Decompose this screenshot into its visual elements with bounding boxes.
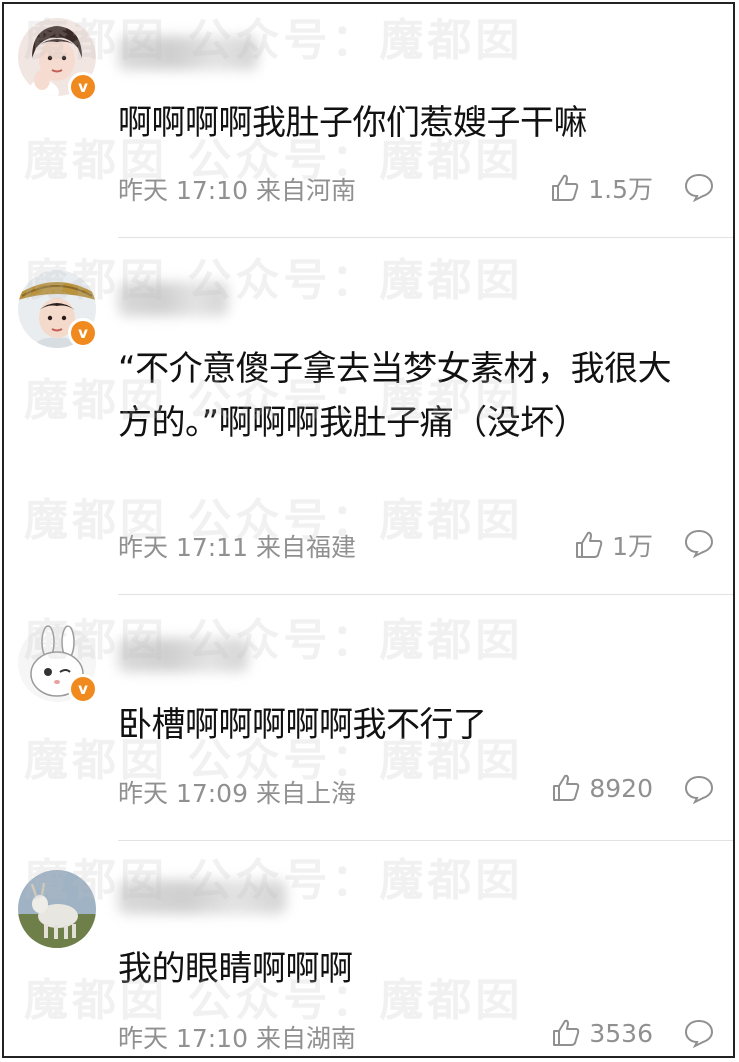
like-count: 1万 (612, 532, 653, 561)
reply-icon[interactable] (683, 774, 715, 804)
like-button[interactable]: 8920 (551, 773, 653, 803)
thumbs-up-icon (553, 1019, 580, 1046)
comment-text: 我的眼睛啊啊啊 (118, 949, 353, 989)
comment-meta: 昨天 17:11 来自福建 (118, 528, 356, 564)
like-count: 8920 (589, 773, 653, 803)
verified-badge-icon: v (68, 674, 98, 704)
watermark-text: 魔都囡 公众号：魔都囡 (24, 15, 524, 66)
watermark-text: 魔都囡 公众号：魔都囡 (24, 255, 524, 306)
reply-icon[interactable] (683, 1018, 715, 1048)
comment-meta: 昨天 17:10 来自河南 (118, 171, 356, 207)
comment-divider (118, 840, 733, 841)
username-blurred[interactable] (118, 282, 228, 316)
like-button[interactable]: 1万 (574, 527, 653, 563)
verified-badge-icon: v (68, 318, 98, 348)
thumbs-up-icon (552, 174, 579, 201)
comment-meta: 昨天 17:09 来自上海 (118, 774, 356, 810)
watermark-text: 魔都囡 公众号：魔都囡 (24, 615, 524, 666)
comment-time: 昨天 17:10 (118, 1024, 248, 1053)
comment-divider (118, 237, 733, 238)
thumbs-up-icon (553, 774, 580, 801)
comment-text: “不介意傻子拿去当梦女素材，我很大方的。”啊啊啊我肚子痛（没坏） (118, 349, 672, 443)
like-count: 1.5万 (588, 175, 653, 204)
comment-text: 卧槽啊啊啊啊啊我不行了 (118, 705, 487, 745)
avatar[interactable] (18, 870, 96, 948)
username-blurred[interactable] (118, 36, 258, 70)
like-button[interactable]: 1.5万 (550, 170, 653, 206)
comment-divider (118, 594, 733, 595)
comment-time: 昨天 17:09 (118, 779, 248, 808)
reply-icon[interactable] (683, 172, 715, 202)
reply-icon[interactable] (683, 528, 715, 558)
like-count: 3536 (589, 1018, 653, 1048)
username-blurred[interactable] (118, 638, 248, 672)
comment-time: 昨天 17:10 (118, 176, 248, 205)
comment-location: 来自湖南 (255, 1024, 356, 1053)
comment-time: 昨天 17:11 (118, 533, 248, 562)
comment-location: 来自上海 (255, 779, 356, 808)
comment-list: v 啊啊啊啊我肚子你们惹嫂子干嘛 昨天 17:10 来自河南 1.5万 v “不… (2, 2, 735, 1058)
username-blurred[interactable] (118, 880, 286, 914)
comment-location: 来自福建 (255, 533, 356, 562)
thumbs-up-icon (576, 531, 603, 558)
verified-badge-icon: v (68, 72, 98, 102)
comment-location: 来自河南 (255, 176, 356, 205)
like-button[interactable]: 3536 (551, 1018, 653, 1048)
comment-meta: 昨天 17:10 来自湖南 (118, 1019, 356, 1055)
comment-text: 啊啊啊啊我肚子你们惹嫂子干嘛 (118, 103, 588, 143)
